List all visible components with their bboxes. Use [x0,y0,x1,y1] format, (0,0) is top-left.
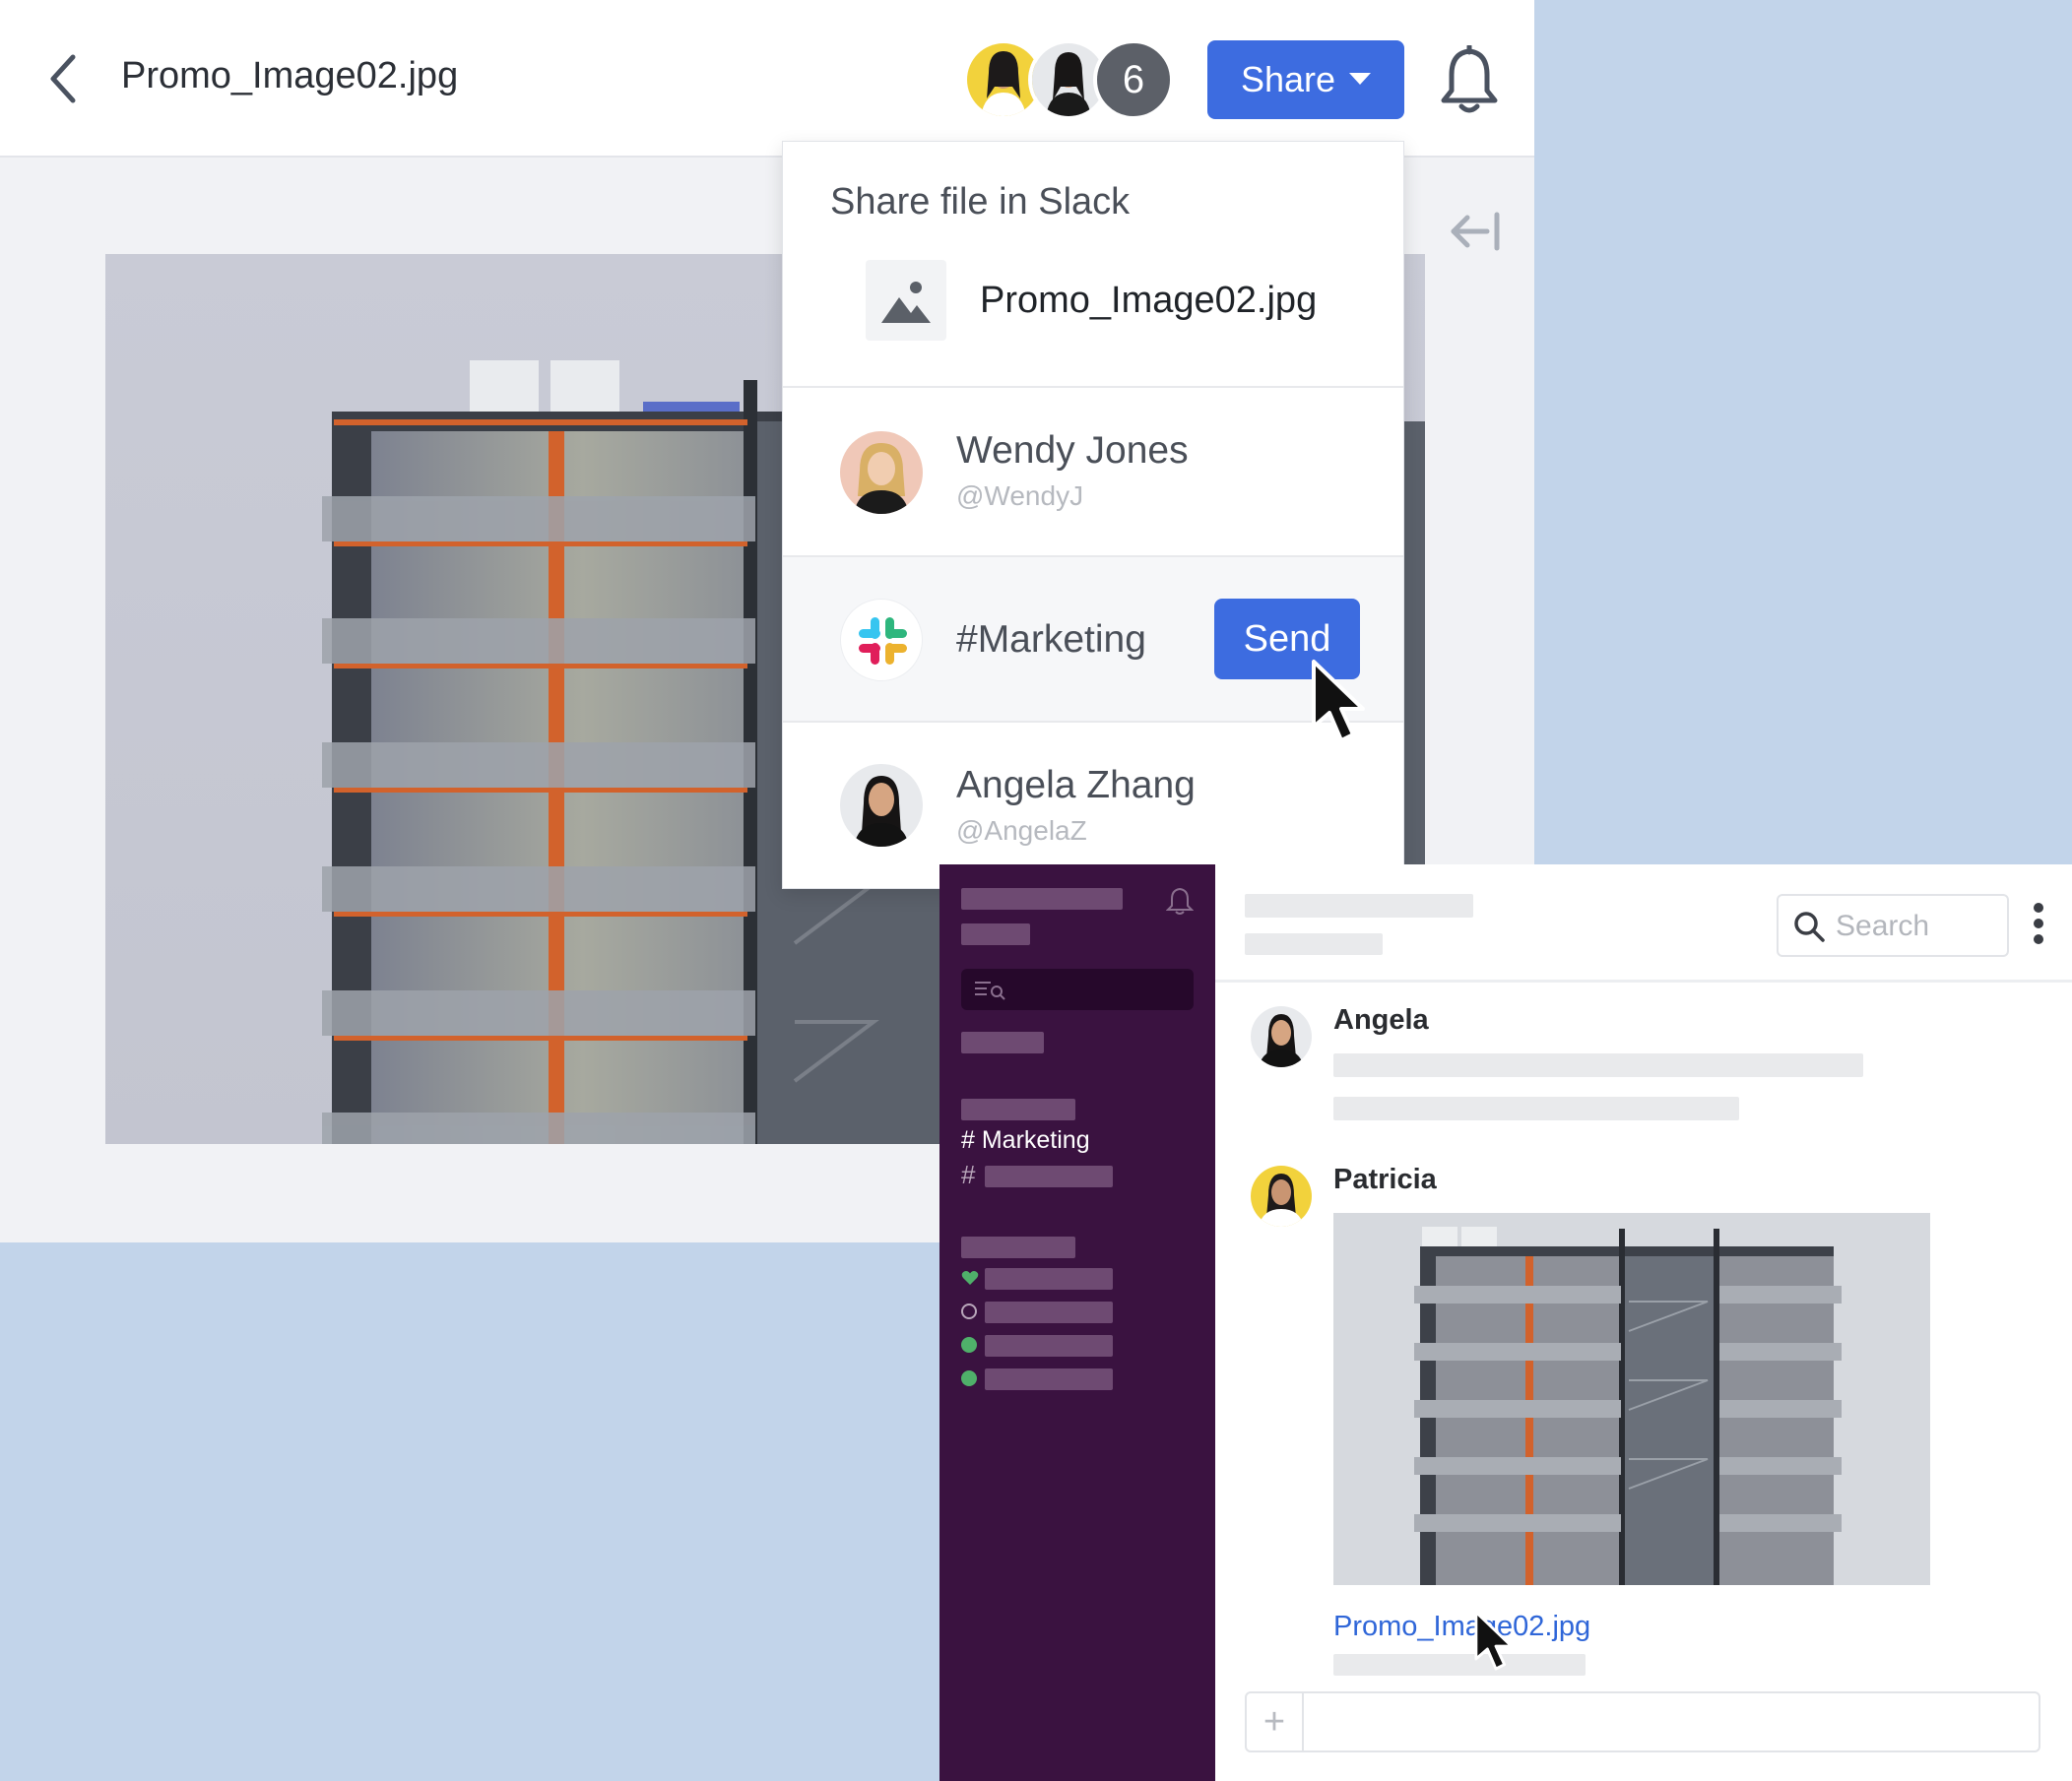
sidebar-item-placeholder[interactable] [961,1032,1044,1053]
search-input[interactable]: Search [1777,894,2009,957]
recipient-name: Angela Zhang [956,764,1196,806]
recipient-row-marketing[interactable]: #Marketing Send [783,555,1403,721]
direct-message-placeholder[interactable] [985,1268,1113,1290]
avatar[interactable] [1251,1006,1312,1067]
direct-message-placeholder[interactable] [985,1302,1113,1323]
send-button[interactable]: Send [1214,599,1360,679]
search-placeholder: Search [1836,910,1930,942]
search-icon [1794,912,1825,942]
slack-main-panel: Search Angela Patricia Promo_Image02.jpg… [1215,864,2072,1781]
back-arrow-icon[interactable] [43,49,83,108]
share-button[interactable]: Share [1207,40,1404,119]
sidebar-channel-placeholder[interactable] [985,1166,1113,1187]
message-text-placeholder [1333,1053,1863,1077]
bell-icon[interactable] [1438,43,1501,116]
channel-title-placeholder [1245,894,1473,918]
direct-message-placeholder[interactable] [985,1368,1113,1390]
share-menu-title: Share file in Slack [830,181,1131,223]
share-button-label: Share [1240,59,1336,99]
more-options-icon[interactable] [2029,900,2048,947]
file-title: Promo_Image02.jpg [121,55,459,96]
avatar [840,764,923,847]
message-author[interactable]: Angela [1333,1004,1429,1037]
share-file-name: Promo_Image02.jpg [980,280,1318,321]
shared-image-attachment[interactable] [1333,1213,1930,1585]
sidebar-channel-marketing[interactable]: # Marketing [961,1126,1090,1155]
online-status-icon [961,1337,977,1353]
workspace-name-placeholder [961,888,1123,910]
online-status-icon [961,1370,977,1386]
channel-topic-placeholder [1245,933,1383,955]
bell-icon[interactable] [1165,886,1195,916]
channel-hash-icon: # [961,1160,976,1189]
recipient-name: Wendy Jones [956,429,1189,472]
slack-sidebar: # Marketing # [939,864,1215,1781]
slack-logo-icon [840,599,923,681]
attachment-meta-placeholder [1333,1654,1586,1676]
collapse-panel-icon[interactable] [1448,207,1503,256]
chevron-down-icon [1349,73,1372,85]
slack-window: # Marketing # Search Angela Patricia Pro… [939,864,2072,1781]
collaborator-count-badge[interactable]: 6 [1093,39,1174,120]
recipient-handle: @AngelaZ [956,815,1087,846]
channel-header: Search [1215,864,2072,983]
section-header-placeholder [961,1099,1075,1120]
image-file-icon [866,260,946,341]
away-status-icon [961,1304,977,1319]
message-composer[interactable]: + [1245,1691,2040,1752]
add-attachment-button[interactable]: + [1247,1693,1304,1750]
message-text-placeholder [1333,1097,1739,1120]
avatar [840,431,923,514]
sidebar-search[interactable] [961,969,1194,1010]
heart-icon [961,1271,979,1285]
search-icon [975,982,1005,1000]
channel-name: #Marketing [956,618,1146,661]
recipient-row-wendy[interactable]: Wendy Jones @WendyJ [783,386,1403,555]
avatar[interactable] [1251,1166,1312,1227]
attachment-file-link[interactable]: Promo_Image02.jpg [1333,1611,1590,1643]
recipient-handle: @WendyJ [956,480,1084,511]
viewer-topbar: Promo_Image02.jpg 6 Share [0,0,1534,158]
user-name-placeholder [961,923,1030,945]
section-header-placeholder [961,1237,1075,1258]
message-author[interactable]: Patricia [1333,1164,1437,1196]
direct-message-placeholder[interactable] [985,1335,1113,1357]
share-dropdown: Share file in Slack Promo_Image02.jpg We… [782,141,1404,889]
